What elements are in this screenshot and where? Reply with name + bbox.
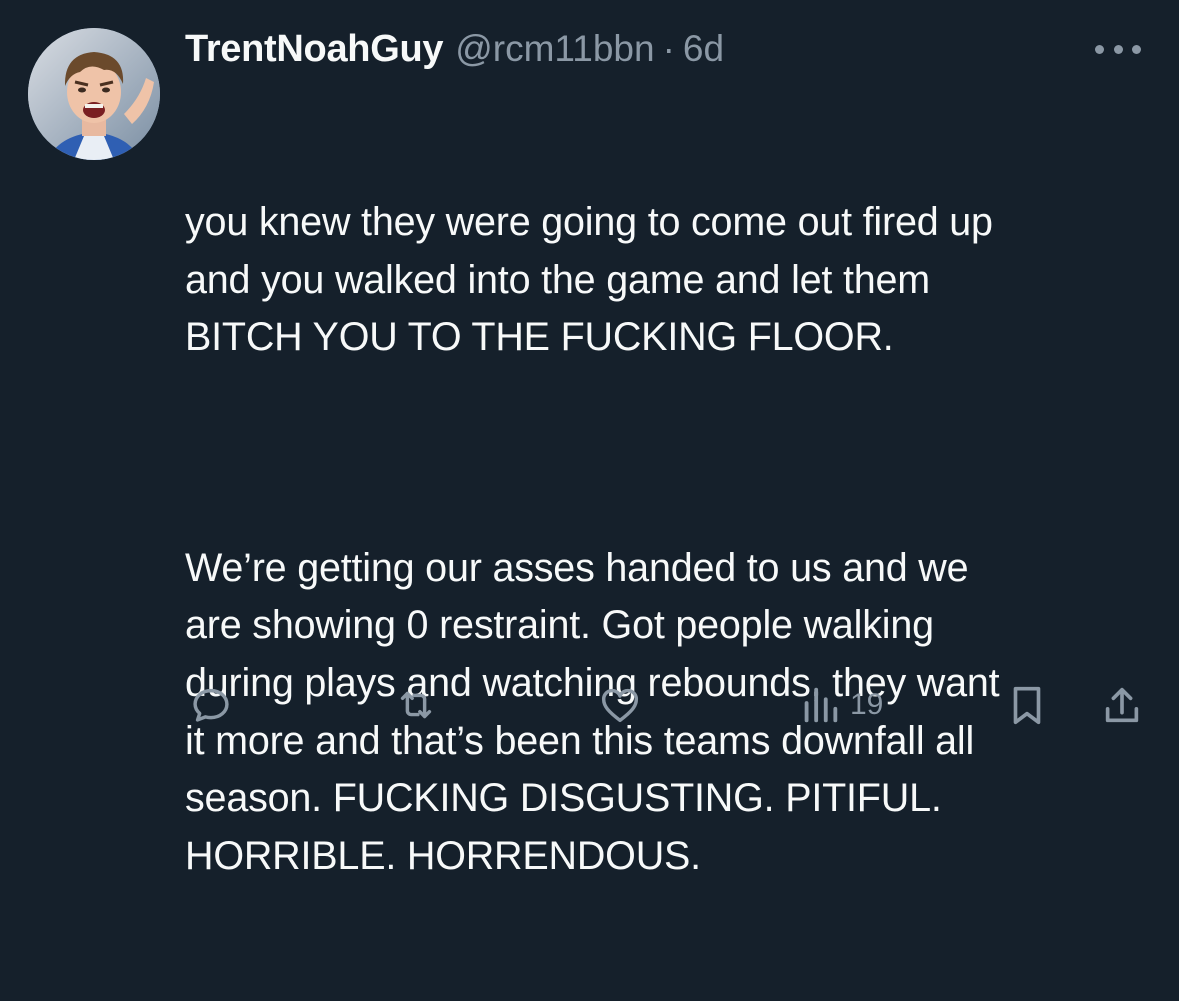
share-icon (1105, 687, 1139, 723)
dot-1 (1095, 44, 1104, 54)
reply-icon (193, 688, 229, 722)
tweet-text: you knew they were going to come out fir… (185, 79, 1160, 1001)
avatar-image (28, 28, 160, 160)
views-count: 19 (850, 688, 884, 721)
share-button[interactable] (1100, 680, 1144, 730)
action-bar: 19 (0, 680, 1179, 730)
like-button[interactable] (597, 680, 643, 730)
bookmark-icon (1013, 686, 1041, 725)
tweet-header: TrentNoahGuy @rcm11bbn · 6d (185, 24, 724, 74)
timestamp[interactable]: 6d (683, 28, 724, 70)
user-handle[interactable]: @rcm11bbn (455, 28, 654, 70)
separator-dot: · (662, 28, 675, 69)
views-chart-icon (804, 687, 838, 723)
retweet-icon (400, 691, 432, 719)
tweet-paragraph-1: you knew they were going to come out fir… (185, 200, 993, 360)
reply-button[interactable] (188, 680, 234, 730)
heart-icon (601, 688, 639, 723)
bookmark-button[interactable] (1006, 680, 1048, 730)
more-dots-icon[interactable] (1095, 34, 1141, 64)
dot-2 (1113, 44, 1123, 54)
retweet-button[interactable] (392, 680, 440, 730)
display-name[interactable]: TrentNoahGuy (185, 28, 444, 71)
dot-3 (1132, 44, 1141, 54)
avatar[interactable] (28, 28, 160, 160)
views-button[interactable]: 19 (800, 680, 883, 730)
